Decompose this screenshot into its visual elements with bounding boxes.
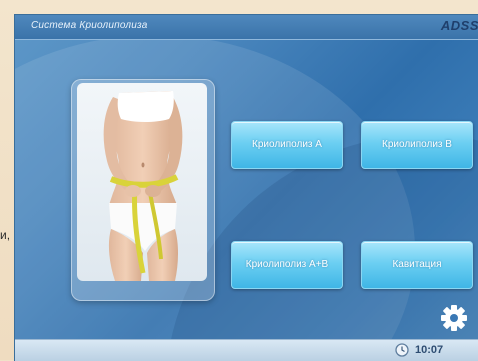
title-bar: Система Криолиполиза ADSS	[15, 15, 478, 40]
clock-time: 10:07	[415, 344, 444, 356]
app-title: Система Криолиполиза	[31, 20, 148, 31]
body-illustration	[77, 83, 207, 281]
cavitation-button[interactable]: Кавитация	[361, 241, 473, 289]
cryolipolysis-a-button[interactable]: Криолиполиз А	[231, 121, 343, 169]
device-screen: Система Криолиполиза ADSS Криолиполиз А …	[14, 14, 478, 361]
clock: 10:07	[395, 343, 443, 357]
photo-panel	[71, 79, 215, 301]
brand-logo: ADSS	[440, 18, 478, 33]
cryolipolysis-ab-button[interactable]: Криолиполиз А+В	[231, 241, 343, 289]
settings-button[interactable]	[439, 303, 469, 333]
cryolipolysis-b-button[interactable]: Криолиполиз B	[361, 121, 473, 169]
status-bar: 10:07	[15, 339, 478, 361]
gear-icon	[441, 305, 467, 331]
side-text-fragment: и,	[0, 228, 11, 242]
woman-measuring-tape-photo	[77, 83, 207, 281]
clock-icon	[395, 343, 409, 357]
